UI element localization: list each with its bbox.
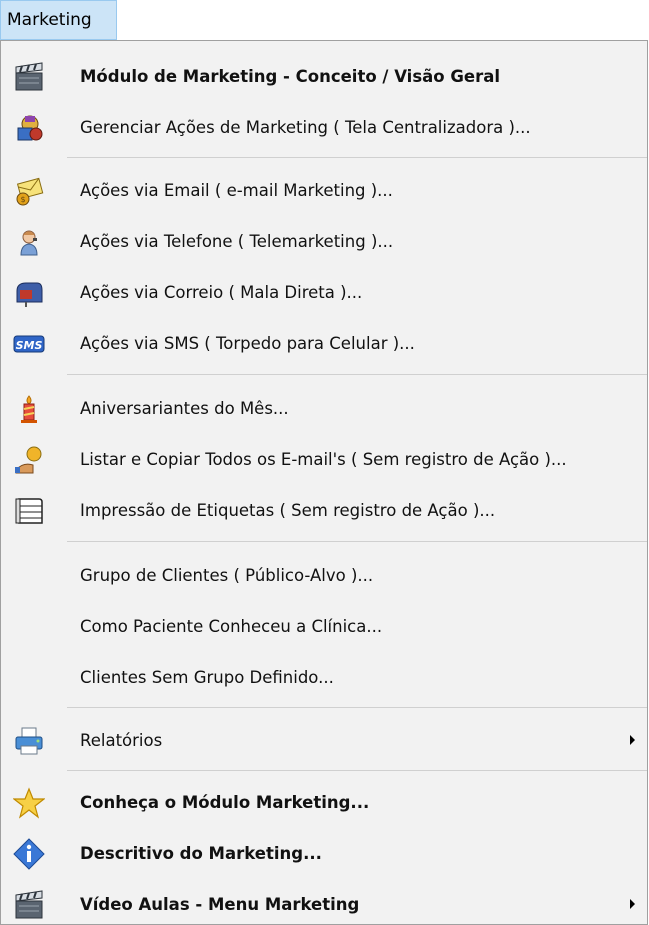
menu-separator <box>67 157 647 158</box>
menu-item-label: Ações via Email ( e-mail Marketing )... <box>80 181 393 200</box>
menu-item-label: Relatórios <box>80 731 163 750</box>
marketing-menu-screen: Marketing Módulo de Marketing - Conceito… <box>0 0 649 925</box>
svg-text:SMS: SMS <box>16 339 43 352</box>
menu-separator <box>67 770 647 771</box>
menu-item-acoes-sms[interactable]: SMS Ações via SMS ( Torpedo para Celular… <box>1 318 647 370</box>
menu-separator <box>67 374 647 375</box>
menu-item-como-conheceu[interactable]: Como Paciente Conheceu a Clínica... <box>1 601 647 653</box>
email-list-icon <box>15 446 42 474</box>
menu-separator <box>67 707 647 708</box>
menu-item-label: Gerenciar Ações de Marketing ( Tela Cent… <box>80 118 531 137</box>
menu-item-label: Aniversariantes do Mês... <box>80 399 289 418</box>
menu-item-label: Clientes Sem Grupo Definido... <box>80 668 334 687</box>
menu-item-label: Módulo de Marketing - Conceito / Visão G… <box>80 67 501 86</box>
menu-item-descritivo[interactable]: Descritivo do Marketing... <box>1 828 647 880</box>
menu-item-label: Conheça o Módulo Marketing... <box>80 793 370 812</box>
clapperboard-icon <box>15 62 43 91</box>
telephone-operator-icon <box>20 230 38 256</box>
menu-item-label: Impressão de Etiquetas ( Sem registro de… <box>80 501 496 520</box>
menu-item-label: Ações via Correio ( Mala Direta )... <box>80 283 363 302</box>
birthday-candle-icon <box>21 395 37 423</box>
menu-item-grupo-clientes[interactable]: Grupo de Clientes ( Público-Alvo )... <box>1 550 647 602</box>
email-marketing-icon: $ <box>16 177 44 206</box>
star-icon <box>13 787 45 819</box>
marketing-manager-icon <box>17 115 43 141</box>
menu-item-label: Vídeo Aulas - Menu Marketing <box>80 895 360 914</box>
menu-item-label: Como Paciente Conheceu a Clínica... <box>80 617 383 636</box>
menu-item-label: Ações via SMS ( Torpedo para Celular )..… <box>80 334 415 353</box>
mailbox-icon <box>16 282 43 307</box>
menu-item-label: Descritivo do Marketing... <box>80 844 322 863</box>
menu-item-clientes-sem-grupo[interactable]: Clientes Sem Grupo Definido... <box>1 652 647 704</box>
menu-item-label: Ações via Telefone ( Telemarketing )... <box>80 232 394 251</box>
menu-separator <box>67 541 647 542</box>
menu-item-acoes-email[interactable]: $ Ações via Email ( e-mail Marketing )..… <box>1 165 647 217</box>
menu-item-video-aulas[interactable]: Vídeo Aulas - Menu Marketing <box>1 879 647 925</box>
menu-item-aniversariantes[interactable]: Aniversariantes do Mês... <box>1 383 647 435</box>
labels-print-icon <box>15 498 43 524</box>
menu-item-listar-emails[interactable]: Listar e Copiar Todos os E-mail's ( Sem … <box>1 434 647 486</box>
menu-bar: Marketing <box>0 0 649 44</box>
menu-item-modulo-marketing[interactable]: Módulo de Marketing - Conceito / Visão G… <box>1 51 647 103</box>
menu-item-label: Listar e Copiar Todos os E-mail's ( Sem … <box>80 450 567 469</box>
sms-icon: SMS <box>13 335 45 353</box>
info-icon <box>13 838 45 870</box>
menu-item-conheca-modulo[interactable]: Conheça o Módulo Marketing... <box>1 777 647 829</box>
printer-icon <box>15 727 43 755</box>
menu-item-impressao-etiquetas[interactable]: Impressão de Etiquetas ( Sem registro de… <box>1 485 647 537</box>
menu-item-gerenciar-acoes[interactable]: Gerenciar Ações de Marketing ( Tela Cent… <box>1 102 647 154</box>
submenu-arrow-icon <box>630 899 635 909</box>
svg-text:$: $ <box>20 195 25 204</box>
dropdown-menu: Módulo de Marketing - Conceito / Visão G… <box>0 40 648 925</box>
menu-marketing[interactable]: Marketing <box>0 0 117 40</box>
menu-item-label: Grupo de Clientes ( Público-Alvo )... <box>80 566 374 585</box>
menu-item-acoes-telefone[interactable]: Ações via Telefone ( Telemarketing )... <box>1 216 647 268</box>
clapperboard-icon <box>15 890 43 919</box>
menu-item-acoes-correio[interactable]: Ações via Correio ( Mala Direta )... <box>1 267 647 319</box>
menu-item-relatorios[interactable]: Relatórios <box>1 715 647 767</box>
submenu-arrow-icon <box>630 735 635 745</box>
